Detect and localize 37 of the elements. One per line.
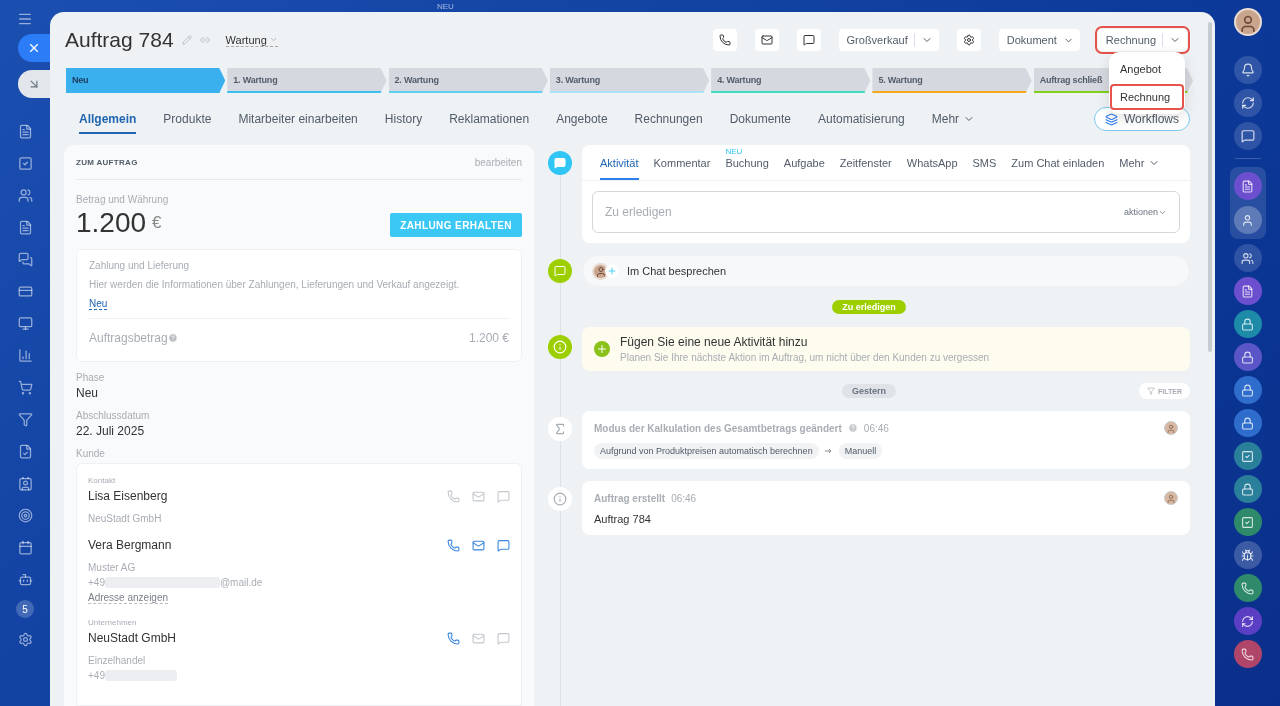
new-label: NEU (725, 147, 743, 156)
counter-badge: 5 (16, 600, 34, 618)
section-title: ZUM AUFTRAG (76, 157, 138, 167)
suggestion-title: Fügen Sie eine neue Aktivität hinzu (620, 335, 809, 349)
currency-symbol: € (152, 213, 162, 233)
field-value: 22. Juli 2025 (76, 424, 146, 438)
client-company: Einzelhandel (88, 655, 147, 666)
phone-number: +49 (88, 577, 105, 588)
panel-description: Hier werden die Informationen über Zahlungen, Lieferungen und Verkauf angezeigt. (89, 279, 461, 290)
todo-divider: Zu erledigen (832, 300, 906, 314)
amount-value: 1.200 (76, 207, 147, 239)
history-time: 06:46 (863, 422, 889, 434)
old-value: Aufgrund von Produktpreisen automatisch berechnen (594, 443, 819, 459)
history-title: Modus der Kalkulation des Gesamtbetrags geändert (594, 422, 842, 434)
panel-title: Zahlung und Lieferung (89, 260, 191, 271)
field-label: Phase (76, 372, 106, 383)
chat-label: Im Chat besprechen (627, 265, 727, 277)
history-text: Auftrag 784 (594, 513, 652, 525)
field-value: Neu (76, 386, 99, 400)
client-caption: Kontakt (88, 476, 117, 485)
new-value: Manuell (838, 443, 883, 459)
client-caption: Unternehmen (88, 618, 138, 627)
history-title: Auftrag erstellt (594, 492, 666, 504)
window-title: Auftrag 784 (65, 28, 174, 52)
phone-number: +49 (88, 670, 105, 681)
date-divider: Gestern (842, 384, 896, 398)
client-company: Muster AG (88, 562, 137, 573)
history-time: 06:46 (671, 492, 697, 504)
field-label: Abschlussdatum (76, 410, 151, 421)
suggestion-text: Planen Sie Ihre nächste Aktion im Auftrag, um nicht über den Kunden zu vergessen (620, 352, 990, 363)
total-value: 1.200 € (468, 331, 509, 345)
new-label: NEU (437, 2, 454, 11)
field-label: Betrag und Währung (76, 194, 170, 205)
client-company: NeuStadt GmbH (88, 513, 163, 524)
email-address: @mail.de (219, 577, 263, 588)
field-label: Kunde (76, 448, 106, 459)
total-label: Auftragsbetrag (89, 331, 168, 345)
